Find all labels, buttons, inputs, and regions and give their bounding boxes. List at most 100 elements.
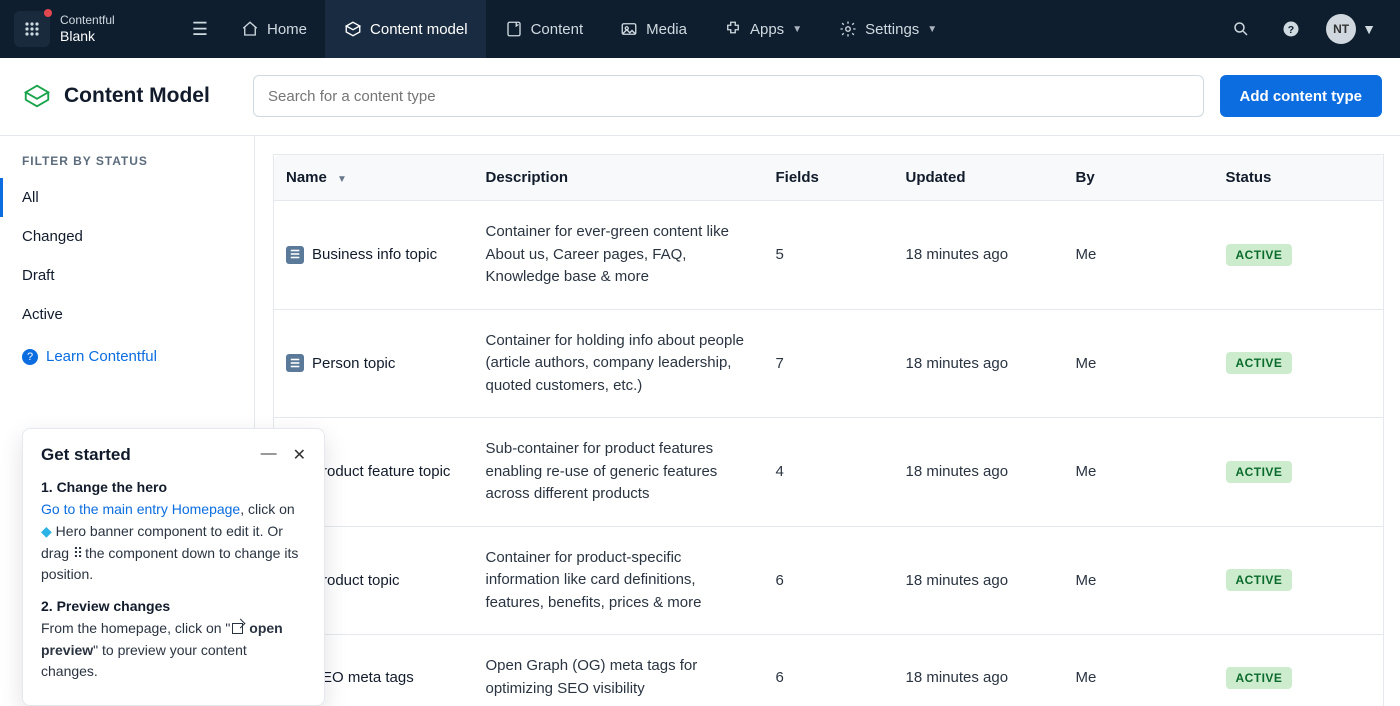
col-status[interactable]: Status bbox=[1214, 155, 1384, 201]
filter-all[interactable]: All bbox=[0, 178, 254, 217]
row-updated: 18 minutes ago bbox=[894, 418, 1064, 527]
help-button[interactable]: ? bbox=[1276, 14, 1306, 44]
org-name: Contentful bbox=[60, 14, 170, 28]
page-header: Content Model Add content type bbox=[0, 58, 1400, 136]
table-row[interactable]: ☰Product topicContainer for product-spec… bbox=[274, 526, 1384, 635]
nav-apps[interactable]: Apps ▼ bbox=[705, 0, 820, 58]
grid-icon bbox=[24, 21, 40, 37]
step-1-body: Go to the main entry Homepage, click on … bbox=[41, 499, 306, 586]
row-fields: 5 bbox=[764, 201, 894, 310]
filter-changed[interactable]: Changed bbox=[0, 217, 254, 256]
close-button[interactable]: ✕ bbox=[293, 445, 306, 465]
content-type-icon: ☰ bbox=[286, 246, 304, 264]
col-description[interactable]: Description bbox=[474, 155, 764, 201]
status-badge: ACTIVE bbox=[1226, 352, 1293, 374]
external-link-icon bbox=[232, 623, 243, 634]
table-row[interactable]: ☰Product feature topicSub-container for … bbox=[274, 418, 1384, 527]
row-description: Container for ever-green content like Ab… bbox=[486, 221, 752, 289]
row-description: Sub-container for product features enabl… bbox=[486, 438, 752, 506]
nav-label: Content bbox=[531, 21, 584, 38]
sidebar-toggle-button[interactable]: ☰ bbox=[184, 19, 216, 40]
nav-media[interactable]: Media bbox=[601, 0, 705, 58]
nav-content[interactable]: Content bbox=[486, 0, 602, 58]
search-button[interactable] bbox=[1226, 14, 1256, 44]
account-menu[interactable]: NT ▼ bbox=[1326, 14, 1376, 44]
table-row[interactable]: ☰Business info topicContainer for ever-g… bbox=[274, 201, 1384, 310]
chevron-down-icon: ▼ bbox=[927, 24, 937, 35]
gear-icon bbox=[839, 20, 857, 38]
table-row[interactable]: ☰Person topic Container for holding info … bbox=[274, 309, 1384, 418]
model-icon bbox=[344, 20, 362, 38]
get-started-panel: Get started — ✕ 1. Change the hero Go to… bbox=[22, 428, 325, 706]
status-badge: ACTIVE bbox=[1226, 667, 1293, 689]
nav-label: Media bbox=[646, 21, 687, 38]
homepage-entry-link[interactable]: Go to the main entry Homepage bbox=[41, 501, 240, 517]
step-2-title: 2. Preview changes bbox=[41, 598, 306, 614]
status-badge: ACTIVE bbox=[1226, 244, 1293, 266]
step-1-title: 1. Change the hero bbox=[41, 479, 306, 495]
col-fields[interactable]: Fields bbox=[764, 155, 894, 201]
row-fields: 7 bbox=[764, 309, 894, 418]
row-description: Container for product-specific informati… bbox=[486, 547, 752, 615]
primary-nav: Home Content model Content Media Apps bbox=[222, 0, 955, 58]
nav-label: Settings bbox=[865, 21, 919, 38]
minimize-button[interactable]: — bbox=[261, 445, 277, 465]
learn-contentful-link[interactable]: ? Learn Contentful bbox=[0, 334, 254, 379]
home-icon bbox=[241, 20, 259, 38]
nav-utilities: ? NT ▼ bbox=[1226, 14, 1386, 44]
col-by[interactable]: By bbox=[1064, 155, 1214, 201]
row-fields: 6 bbox=[764, 635, 894, 706]
status-badge: ACTIVE bbox=[1226, 461, 1293, 483]
row-by: Me bbox=[1064, 526, 1214, 635]
row-updated: 18 minutes ago bbox=[894, 309, 1064, 418]
chevron-down-icon: ▼ bbox=[1362, 21, 1376, 37]
col-name[interactable]: Name ▼ bbox=[274, 155, 474, 201]
search-icon bbox=[1232, 20, 1250, 38]
page-title: Content Model bbox=[64, 84, 210, 108]
row-updated: 18 minutes ago bbox=[894, 635, 1064, 706]
row-by: Me bbox=[1064, 635, 1214, 706]
step-2-body: From the homepage, click on " open previ… bbox=[41, 618, 306, 683]
nav-settings[interactable]: Settings ▼ bbox=[820, 0, 955, 58]
nav-label: Content model bbox=[370, 21, 468, 38]
filter-active[interactable]: Active bbox=[0, 295, 254, 334]
filter-heading: FILTER BY STATUS bbox=[0, 154, 254, 178]
nav-label: Apps bbox=[750, 21, 784, 38]
row-by: Me bbox=[1064, 201, 1214, 310]
apps-icon bbox=[724, 20, 742, 38]
svg-text:?: ? bbox=[1288, 24, 1294, 36]
learn-label: Learn Contentful bbox=[46, 348, 157, 365]
row-updated: 18 minutes ago bbox=[894, 526, 1064, 635]
drag-handle-icon: ⠿ bbox=[73, 545, 81, 561]
row-description: Open Graph (OG) meta tags for optimizing… bbox=[486, 655, 752, 700]
hamburger-icon: ☰ bbox=[192, 19, 208, 39]
media-icon bbox=[620, 20, 638, 38]
col-updated[interactable]: Updated bbox=[894, 155, 1064, 201]
space-name: Blank bbox=[60, 28, 170, 44]
filter-draft[interactable]: Draft bbox=[0, 256, 254, 295]
nav-label: Home bbox=[267, 21, 307, 38]
row-fields: 4 bbox=[764, 418, 894, 527]
status-badge: ACTIVE bbox=[1226, 569, 1293, 591]
search-input[interactable] bbox=[253, 75, 1204, 117]
row-name: ☰Person topic bbox=[286, 354, 462, 372]
add-content-type-button[interactable]: Add content type bbox=[1220, 75, 1383, 117]
row-by: Me bbox=[1064, 418, 1214, 527]
top-nav: Contentful Blank ☰ Home Content model Co… bbox=[0, 0, 1400, 58]
row-description: Container for holding info about people … bbox=[486, 330, 752, 398]
content-type-list: Name ▼ Description Fields Updated By Sta… bbox=[255, 136, 1400, 706]
table-row[interactable]: ☰SEO meta tagsOpen Graph (OG) meta tags … bbox=[274, 635, 1384, 706]
content-type-icon: ☰ bbox=[286, 354, 304, 372]
row-fields: 6 bbox=[764, 526, 894, 635]
nav-home[interactable]: Home bbox=[222, 0, 325, 58]
content-type-table: Name ▼ Description Fields Updated By Sta… bbox=[273, 154, 1384, 706]
help-icon: ? bbox=[1282, 20, 1300, 38]
app-switcher-button[interactable] bbox=[14, 11, 50, 47]
sort-desc-icon: ▼ bbox=[337, 174, 347, 185]
avatar: NT bbox=[1326, 14, 1356, 44]
nav-content-model[interactable]: Content model bbox=[325, 0, 486, 58]
panel-title: Get started bbox=[41, 445, 131, 465]
help-circle-icon: ? bbox=[22, 349, 38, 365]
space-selector[interactable]: Contentful Blank bbox=[60, 14, 170, 44]
content-icon bbox=[505, 20, 523, 38]
